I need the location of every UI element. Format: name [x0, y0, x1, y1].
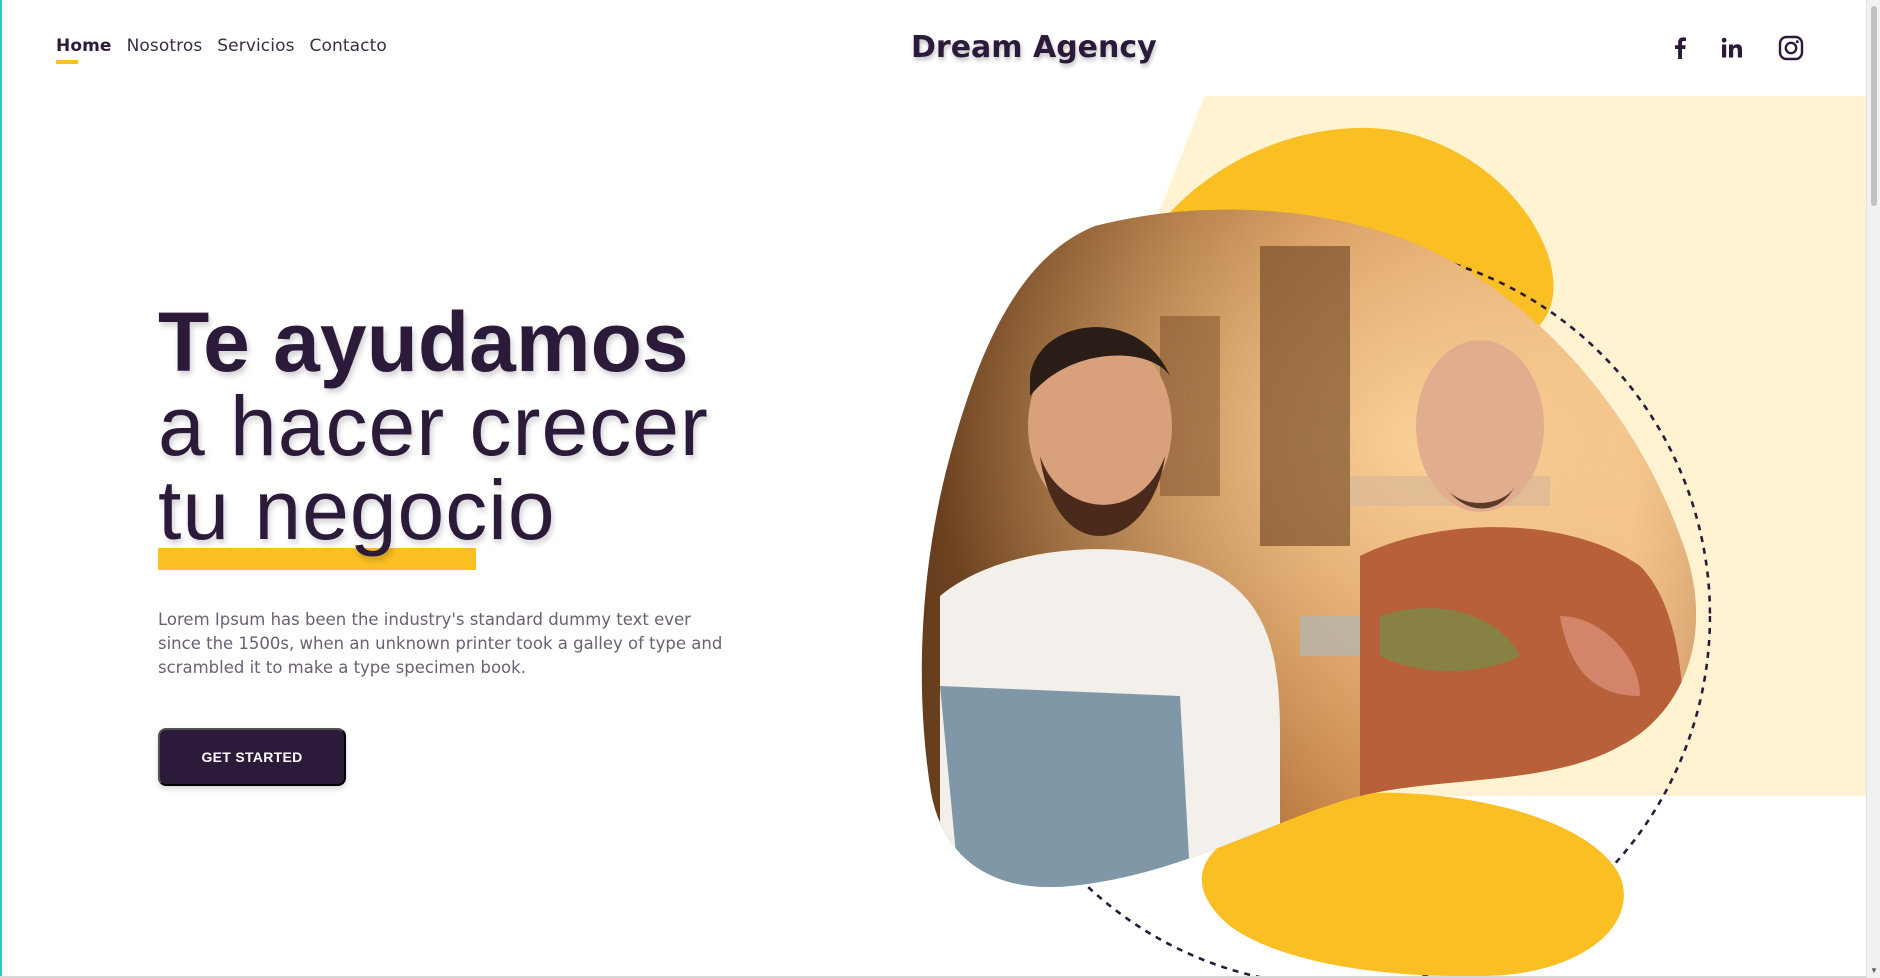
- facebook-icon: [1675, 37, 1686, 59]
- facebook-link[interactable]: [1668, 30, 1692, 66]
- headline-line-2: a hacer crecer: [158, 379, 709, 473]
- get-started-button[interactable]: GET STARTED: [158, 728, 346, 786]
- scroll-down-arrow-icon[interactable]: ▾: [1869, 966, 1879, 976]
- scrollbar-thumb[interactable]: [1871, 6, 1877, 206]
- hero-illustration: [921, 96, 1874, 978]
- hero-description: Lorem Ipsum has been the industry's stan…: [158, 610, 723, 677]
- landing-page: Home Nosotros Servicios Contacto Dream A…: [0, 0, 1880, 978]
- social-links: [0, 30, 1880, 66]
- linkedin-icon: [1721, 37, 1742, 58]
- page-scrollbar[interactable]: ▾: [1866, 0, 1880, 978]
- instagram-icon: [1778, 35, 1804, 61]
- linkedin-link[interactable]: [1718, 30, 1746, 66]
- headline-line-1: Te ayudamos: [158, 295, 689, 389]
- hero-visual: [880, 96, 1880, 978]
- window-edge: [0, 0, 2, 978]
- hero-headline: Te ayudamos a hacer crecer tu negocio: [158, 300, 709, 552]
- headline-line-3: tu negocio: [158, 463, 556, 557]
- instagram-link[interactable]: [1776, 30, 1806, 66]
